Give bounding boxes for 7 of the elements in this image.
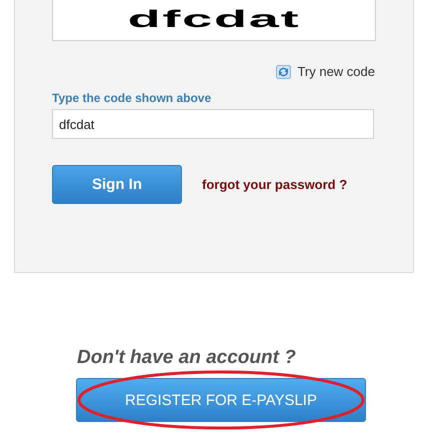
try-new-code-link[interactable]: Try new code (276, 64, 376, 79)
captcha-text: dfcdat (128, 8, 300, 32)
no-account-prompt: Don't have an account ? (77, 347, 297, 369)
refresh-icon (276, 64, 292, 78)
code-field-label: Type the code shown above (52, 91, 212, 105)
forgot-password-link[interactable]: forgot your password ? (202, 177, 348, 192)
code-input-field[interactable]: dfcdat (52, 109, 374, 139)
